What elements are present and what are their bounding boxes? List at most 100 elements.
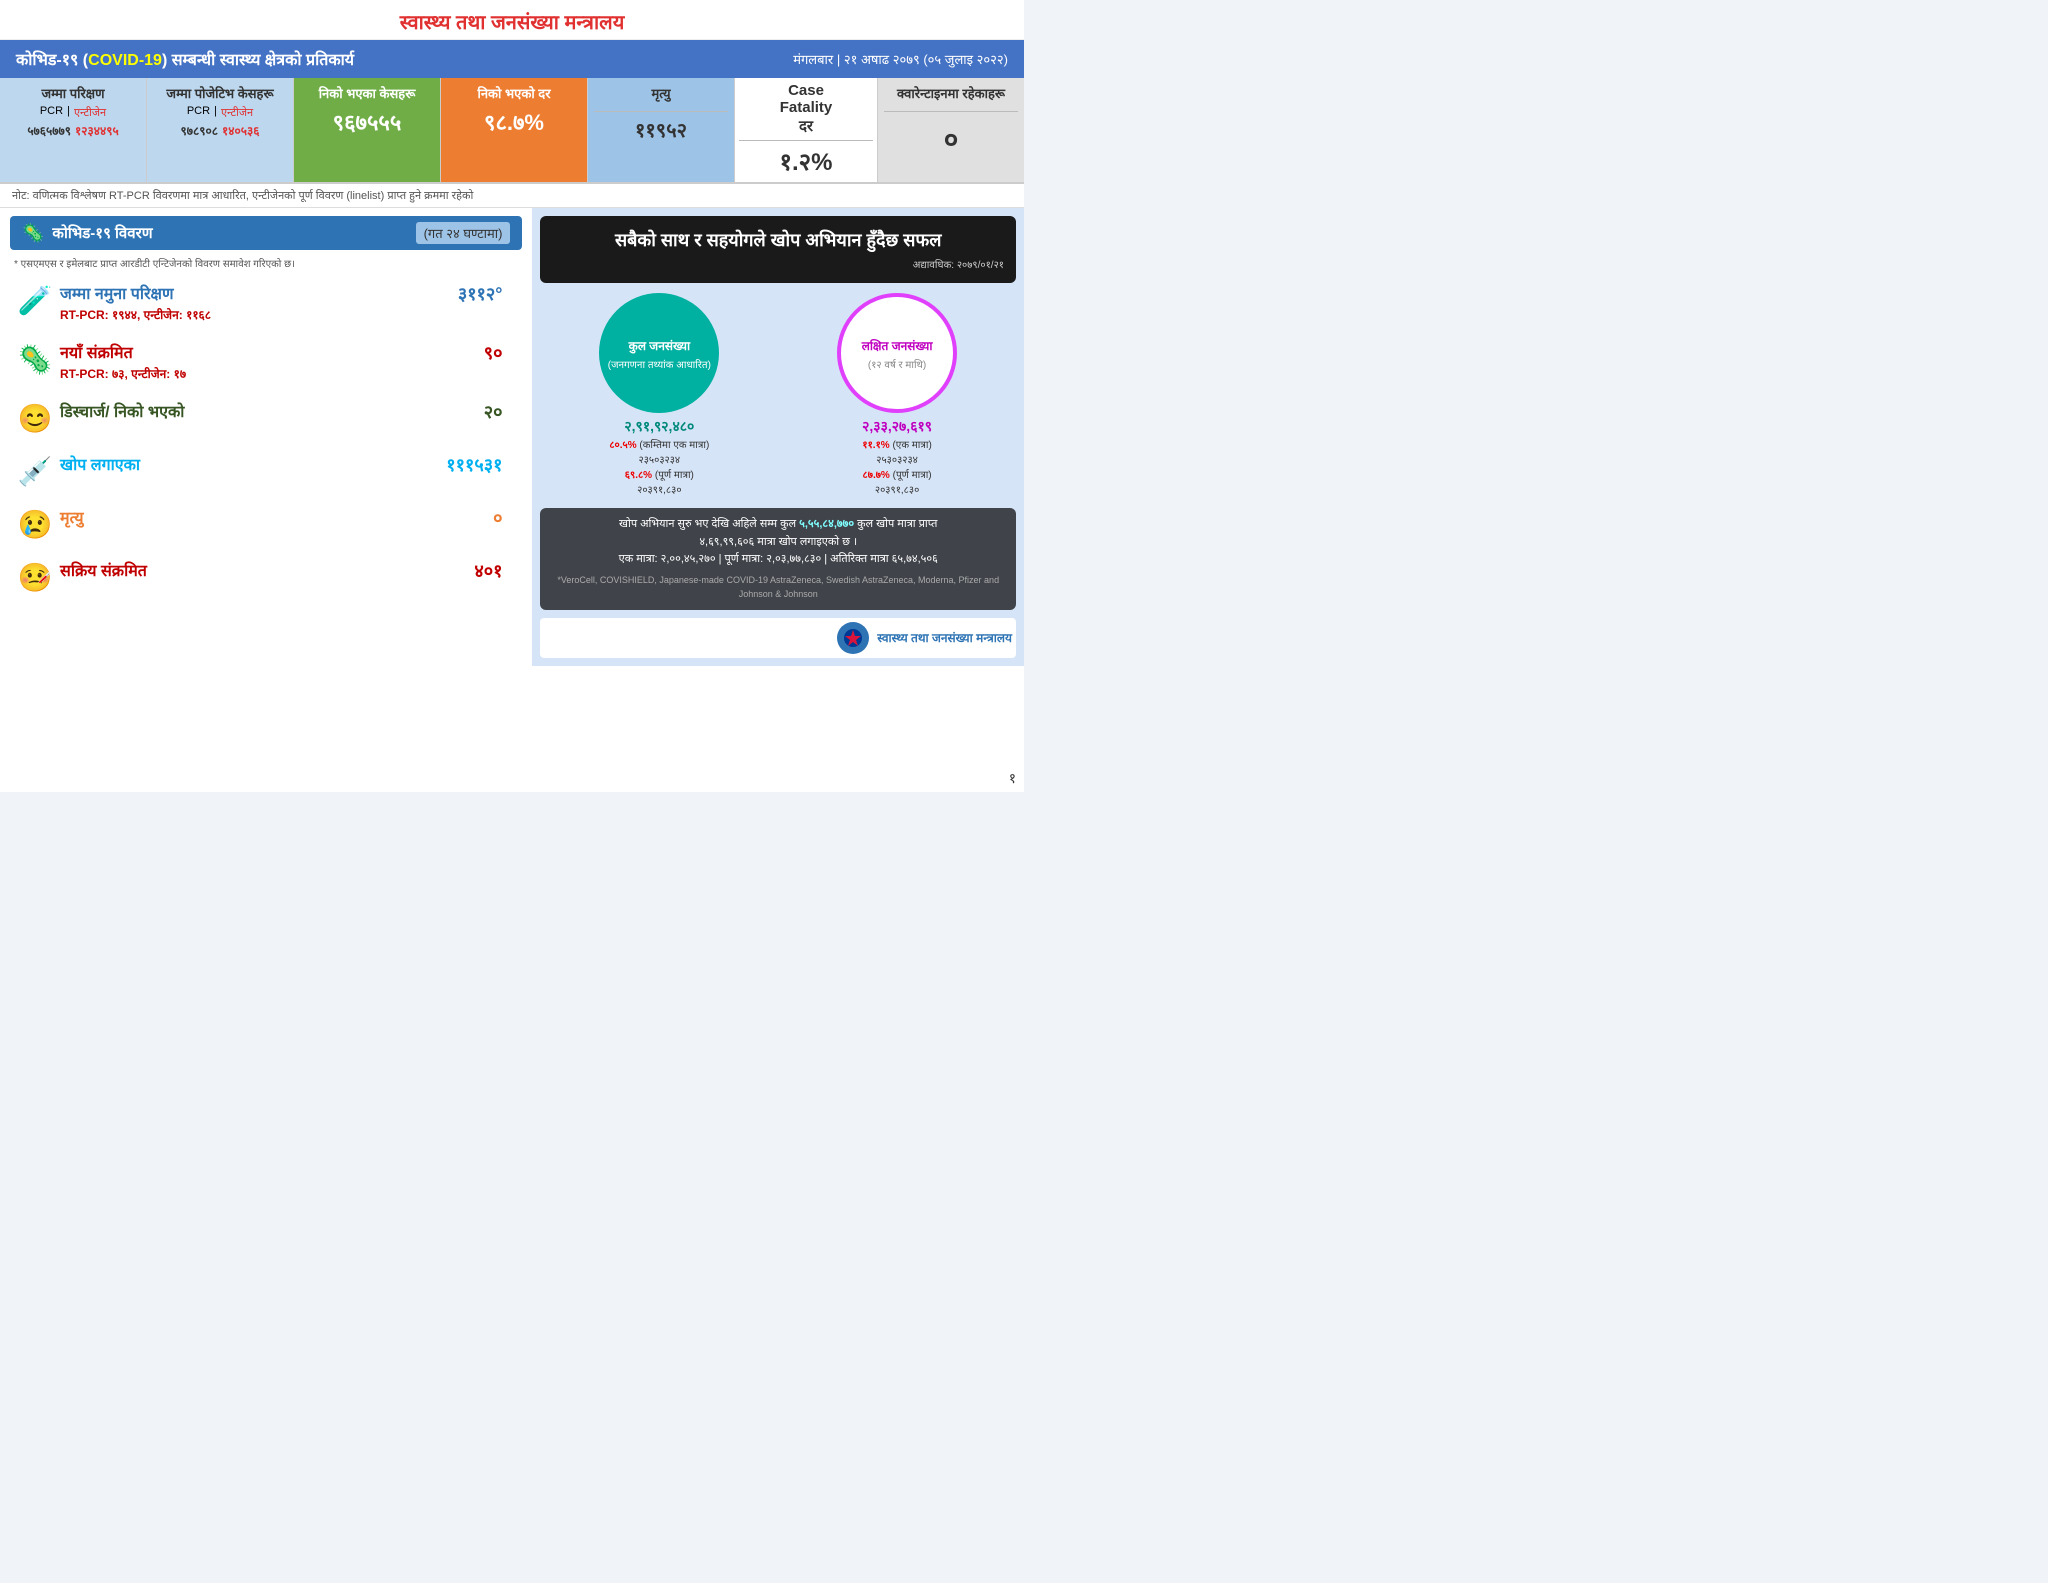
active-icon: 🤒 xyxy=(10,561,60,594)
recovery-rate-val: ९८.७% xyxy=(447,107,581,137)
positive-pcr-val: ९७८९०८ xyxy=(181,122,218,139)
circle2-value: २,३३,२७,६१९ xyxy=(837,417,957,436)
infected-row: नयाँ संक्रमित ९० xyxy=(60,341,522,365)
circle2-label2: (पूर्ण मात्रा) xyxy=(893,470,932,481)
test-value: ३११२° xyxy=(458,282,503,306)
vb-value1: ५,५५,८४,७७० xyxy=(799,518,854,530)
vaccine-label: खोप लगाएका xyxy=(60,453,140,475)
circle1-pct2: ६९.८% xyxy=(625,470,652,481)
circle2-label: लक्षित जनसंख्या xyxy=(858,335,937,357)
circle1-label1: (कम्तिमा एक मात्रा) xyxy=(639,440,709,451)
death-icon: 😢 xyxy=(10,508,60,541)
antigen-label2: एन्टीजेन xyxy=(221,105,253,120)
list-item: 🦠 नयाँ संक्रमित ९० RT-PCR: ७३, एन्टीजेन:… xyxy=(10,337,522,386)
blue-header: कोभिड-१९ (COVID-19) सम्बन्धी स्वास्थ्य क… xyxy=(0,40,1024,78)
circles-row: कुल जनसंख्या (जनगणना तथ्यांक आधारित) २,९… xyxy=(540,293,1016,498)
circle1-sublabel: (जनगणना तथ्यांक आधारित) xyxy=(608,357,711,371)
circle1-label2: (पूर्ण मात्रा) xyxy=(655,470,694,481)
circle1-label: कुल जनसंख्या xyxy=(625,335,694,357)
total-antigen-val: १२३४४९५ xyxy=(75,122,119,139)
test-row: जम्मा नमुना परिक्षण ३११२° xyxy=(60,282,522,306)
positive-values: ९७८९०८ १४०५३६ xyxy=(153,122,287,139)
test-content: जम्मा नमुना परिक्षण ३११२° RT-PCR: १९४४, … xyxy=(60,282,522,323)
infected-label: नयाँ संक्रमित xyxy=(60,341,133,363)
top-header: स्वास्थ्य तथा जनसंख्या मन्त्रालय xyxy=(0,0,1024,40)
recovery-rate-cell: निको भएको दर ९८.७% xyxy=(441,78,588,182)
list-item: 🧪 जम्मा नमुना परिक्षण ३११२° RT-PCR: १९४४… xyxy=(10,278,522,327)
note-row: नोट: वणित्मक विश्लेषण RT-PCR विवरणमा मात… xyxy=(0,184,1024,208)
recovered-val: ९६७५५५ xyxy=(300,107,434,137)
death-label: मृत्यु xyxy=(594,86,728,103)
circle1-val1: २३५०३२३४ xyxy=(639,455,681,466)
vaccine-total-row: खोप अभियान सुरु भए देखि अहिले सम्म कुल ५… xyxy=(552,516,1004,534)
test-sub: RT-PCR: १९४४, एन्टीजेन: ११६८ xyxy=(60,306,522,323)
vaccine-banner-date: अद्यावधिक: २०७९/०१/२१ xyxy=(552,257,1004,271)
total-positive-cell: जम्मा पोजेटिभ केसहरू PCR | एन्टीजेन ९७८९… xyxy=(147,78,294,182)
vb-text2: ४,६९,९९,६०६ मात्रा खोप लगाइएको छ । xyxy=(699,536,857,548)
discharged-value: २० xyxy=(484,400,503,424)
quarantine-val: ० xyxy=(884,120,1018,158)
vb-text3: एक मात्रा: २,००,४५,२७० | पूर्ण मात्रा: २… xyxy=(619,553,938,565)
note-text: नोट: वणित्मक विश्लेषण RT-PCR विवरणमा मात… xyxy=(12,190,473,202)
circle2-pct1: ११.१% xyxy=(862,440,889,451)
recovered-label: निको भएका केसहरू xyxy=(300,86,434,103)
discharged-row: डिस्चार्ज/ निको भएको २० xyxy=(60,400,522,424)
death-item-value: ० xyxy=(493,506,502,530)
section-subtitle: (गत २४ घण्टामा) xyxy=(416,222,511,244)
vb-text1: खोप अभियान सुरु भए देखि अहिले सम्म कुल xyxy=(619,518,796,530)
positive-antigen-val: १४०५३६ xyxy=(222,122,259,139)
pcr-row: PCR | एन्टीजेन xyxy=(6,105,140,120)
death-content: मृत्यु ० xyxy=(60,506,522,530)
active-row: सक्रिय संक्रमित ४०१ xyxy=(60,559,522,583)
circle2-val1: २५३०३२३४ xyxy=(876,455,918,466)
total-test-cell: जम्मा परिक्षण PCR | एन्टीजेन ५७६५७७९ १२३… xyxy=(0,78,147,182)
ministry-name: स्वास्थ्य तथा जनसंख्या मन्त्रालय xyxy=(877,629,1012,646)
total-values: ५७६५७७९ १२३४४९५ xyxy=(6,122,140,139)
case-fatality-cell: Case Fatality दर १.२% xyxy=(735,78,878,182)
header-date: मंगलबार | २१ अषाढ २०७९ (०५ जुलाइ २०२२) xyxy=(793,50,1008,68)
pcr-label: PCR xyxy=(40,105,63,120)
active-value: ४०१ xyxy=(474,559,502,583)
infected-value: ९० xyxy=(484,341,503,365)
recovery-rate-label: निको भएको दर xyxy=(447,86,581,103)
top-header-title: स्वास्थ्य तथा जनसंख्या मन्त्रालय xyxy=(400,12,625,34)
list-item: 💉 खोप लगाएका १११५३१ xyxy=(10,449,522,492)
vb-label1: कुल खोप मात्रा प्राप्त xyxy=(857,518,937,530)
nepal-emblem-icon xyxy=(843,628,863,648)
cf-label3: दर xyxy=(739,116,873,136)
circle1-container: कुल जनसंख्या (जनगणना तथ्यांक आधारित) २,९… xyxy=(599,293,719,498)
quarantine-label: क्वारेन्टाइनमा रहेकाहरू xyxy=(884,86,1018,103)
discharged-icon: 😊 xyxy=(10,402,60,435)
active-content: सक्रिय संक्रमित ४०१ xyxy=(60,559,522,583)
cf-label2: Fatality xyxy=(739,99,873,116)
vaccine-value: १११५३१ xyxy=(446,453,502,477)
total-positive-label: जम्मा पोजेटिभ केसहरू xyxy=(153,86,287,103)
list-item: 😢 मृत्यु ० xyxy=(10,502,522,545)
total-pcr-val: ५७६५७७९ xyxy=(27,122,71,139)
circle2: लक्षित जनसंख्या (१२ वर्ष र माथि) xyxy=(837,293,957,413)
infected-sub: RT-PCR: ७३, एन्टीजेन: १७ xyxy=(60,365,522,382)
circle1-value: २,९१,९२,४८० xyxy=(599,417,719,436)
active-label: सक्रिय संक्रमित xyxy=(60,559,147,581)
death-item-label: मृत्यु xyxy=(60,506,84,528)
discharged-content: डिस्चार्ज/ निको भएको २० xyxy=(60,400,522,424)
circle2-pct2: ८७.७% xyxy=(863,470,890,481)
section-header: 🦠 कोभिड-१९ विवरण (गत २४ घण्टामा) xyxy=(10,216,522,250)
vaccine-bottom: खोप अभियान सुरु भए देखि अहिले सम्म कुल ५… xyxy=(540,508,1016,610)
circle1-val2: २०३९१,८३० xyxy=(637,485,681,496)
vaccine-breakdown-row: एक मात्रा: २,००,४५,२७० | पूर्ण मात्रा: २… xyxy=(552,551,1004,569)
circle2-stats: ११.१% (एक मात्रा) २५३०३२३४ ८७.७% (पूर्ण … xyxy=(837,438,957,498)
antigen-label: एन्टीजेन xyxy=(74,105,106,120)
test-label: जम्मा नमुना परिक्षण xyxy=(60,282,174,304)
vaccine-row: खोप लगाएका १११५३१ xyxy=(60,453,522,477)
list-item: 🤒 सक्रिय संक्रमित ४०१ xyxy=(10,555,522,598)
page-number: १ xyxy=(1009,769,1016,788)
discharged-label: डिस्चार्ज/ निको भएको xyxy=(60,400,184,422)
cf-value: १.२% xyxy=(739,145,873,178)
section-icon: 🦠 xyxy=(22,223,44,244)
ministry-logo-icon xyxy=(837,622,869,654)
ministry-footer: स्वास्थ्य तथा जनसंख्या मन्त्रालय xyxy=(540,618,1016,658)
sub-note: * एसएमएस र इमेलबाट प्राप्त आरडीटी एन्टिज… xyxy=(10,256,522,270)
main-title: कोभिड-१९ (COVID-19) सम्बन्धी स्वास्थ्य क… xyxy=(16,48,354,70)
pcr-label2: PCR xyxy=(187,105,210,120)
